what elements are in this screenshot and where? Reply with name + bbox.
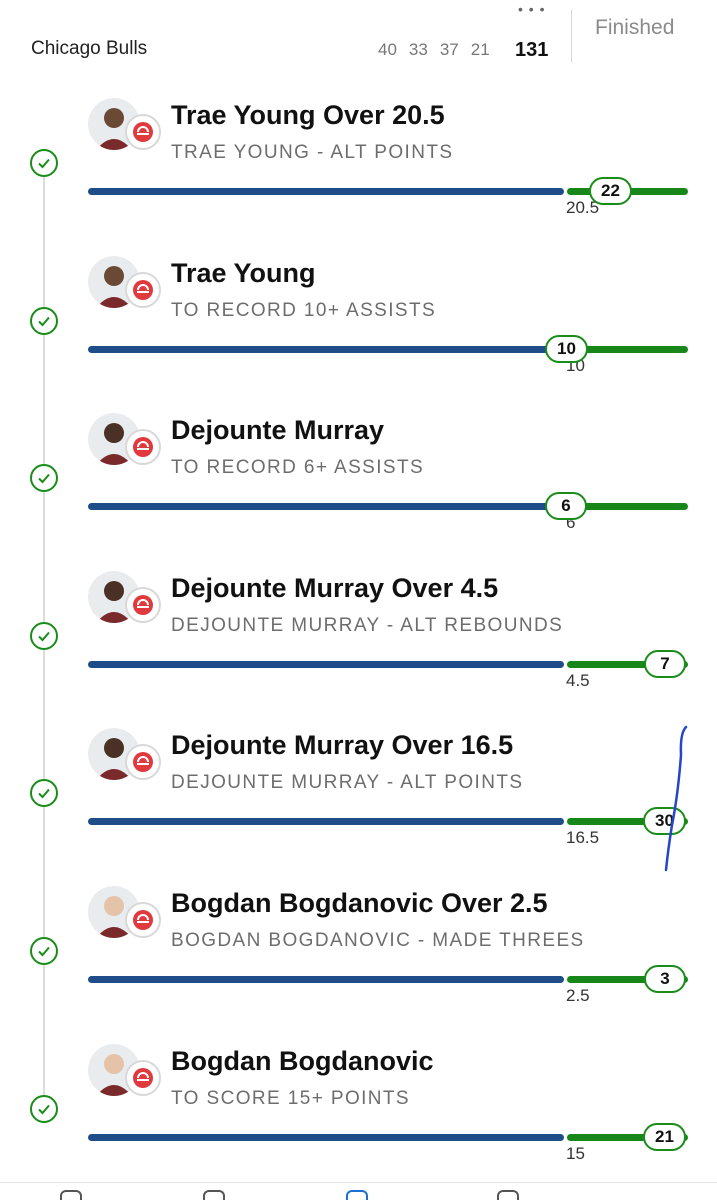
nav-search-icon[interactable] [203, 1190, 225, 1200]
progress-bar-fill [88, 976, 564, 983]
nav-bets-icon[interactable] [346, 1190, 368, 1200]
header-divider [571, 10, 572, 62]
line-value-label: 4.5 [566, 671, 590, 690]
quarter-scores: 40 33 37 21 [378, 40, 502, 60]
parlay-leg[interactable]: Dejounte Murray TO RECORD 6+ ASSISTS 6 6 [0, 407, 717, 565]
leg-subtitle: TO RECORD 6+ ASSISTS [171, 457, 425, 478]
parlay-leg[interactable]: Bogdan Bogdanovic Over 2.5 BOGDAN BOGDAN… [0, 880, 717, 1038]
quarter-score: 21 [470, 40, 490, 59]
check-icon [30, 779, 58, 807]
leg-subtitle: BOGDAN BOGDANOVIC - MADE THREES [171, 930, 585, 951]
check-icon [30, 937, 58, 965]
progress-bar-fill [88, 503, 564, 510]
leg-title: Dejounte Murray [171, 415, 385, 445]
quarter-score: 40 [378, 40, 397, 59]
result-value-badge: 21 [643, 1123, 686, 1151]
line-value-label: 2.5 [566, 986, 590, 1005]
leg-title: Trae Young Over 20.5 [171, 100, 445, 130]
leg-subtitle: TO SCORE 15+ POINTS [171, 1088, 411, 1109]
check-icon [30, 1095, 58, 1123]
parlay-leg[interactable]: Trae Young TO RECORD 10+ ASSISTS 10 10 [0, 250, 717, 408]
team-logo-icon [125, 429, 161, 465]
progress-bar-fill [88, 818, 564, 825]
parlay-leg[interactable]: Dejounte Murray Over 16.5 DEJOUNTE MURRA… [0, 722, 717, 880]
quarter-score: 33 [408, 40, 428, 59]
progress-bar-fill [88, 188, 564, 195]
handwritten-check-mark [664, 725, 688, 872]
check-icon [30, 307, 58, 335]
progress-bar-fill [88, 1134, 564, 1141]
parlay-leg[interactable]: Dejounte Murray Over 4.5 DEJOUNTE MURRAY… [0, 565, 717, 723]
leg-subtitle: DEJOUNTE MURRAY - ALT POINTS [171, 772, 524, 793]
total-score: 131 [515, 39, 549, 61]
game-score-header: • • • Chicago Bulls 40 33 37 21 131 Fini… [0, 0, 717, 92]
line-value-label: 16.5 [566, 828, 600, 847]
result-value-badge: 6 [545, 492, 587, 520]
team-logo-icon [125, 587, 161, 623]
team-logo-icon [125, 744, 161, 780]
result-value-badge: 7 [644, 650, 686, 678]
parlay-leg[interactable]: Bogdan Bogdanovic TO SCORE 15+ POINTS 15… [0, 1038, 717, 1196]
leg-title: Bogdan Bogdanovic Over 2.5 [171, 888, 548, 918]
team-logo-icon [125, 272, 161, 308]
leg-title: Bogdan Bogdanovic [171, 1046, 434, 1076]
nav-home-icon[interactable] [60, 1190, 82, 1200]
more-dots: • • • [518, 1, 546, 17]
check-icon [30, 149, 58, 177]
parlay-leg[interactable]: Trae Young Over 20.5 TRAE YOUNG - ALT PO… [0, 92, 717, 250]
leg-subtitle: TRAE YOUNG - ALT POINTS [171, 142, 454, 163]
progress-bar-fill [88, 346, 564, 353]
line-value-label: 15 [566, 1144, 585, 1163]
result-value-badge: 22 [589, 177, 632, 205]
leg-subtitle: TO RECORD 10+ ASSISTS [171, 300, 437, 321]
quarter-score: 37 [439, 40, 459, 59]
check-icon [30, 464, 58, 492]
team-name: Chicago Bulls [31, 38, 148, 59]
leg-subtitle: DEJOUNTE MURRAY - ALT REBOUNDS [171, 615, 564, 636]
leg-title: Dejounte Murray Over 4.5 [171, 573, 499, 603]
result-value-badge: 10 [545, 335, 588, 363]
team-logo-icon [125, 114, 161, 150]
progress-bar-fill [88, 661, 564, 668]
result-value-badge: 3 [644, 965, 686, 993]
team-logo-icon [125, 1060, 161, 1096]
game-status: Finished [595, 16, 675, 39]
nav-account-icon[interactable] [497, 1190, 519, 1200]
team-logo-icon [125, 902, 161, 938]
check-icon [30, 622, 58, 650]
leg-title: Dejounte Murray Over 16.5 [171, 730, 514, 760]
leg-title: Trae Young [171, 258, 316, 288]
